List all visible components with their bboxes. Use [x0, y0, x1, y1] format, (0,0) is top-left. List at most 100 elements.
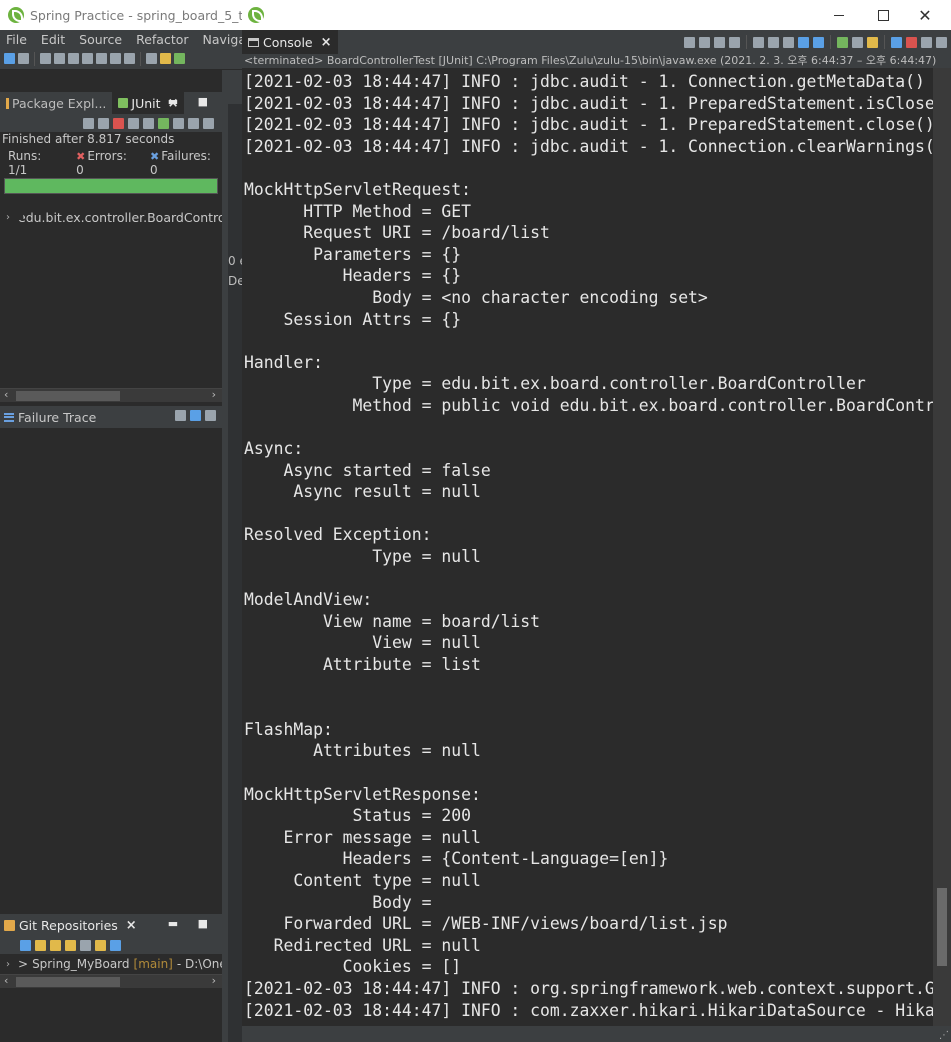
clone-repository-icon[interactable] [50, 939, 61, 951]
minimize-maximize-icon[interactable]: ▬ ■ [168, 917, 216, 930]
next-failure-icon[interactable] [83, 117, 94, 129]
new-console-icon[interactable] [867, 36, 878, 48]
create-repository-icon[interactable] [65, 939, 76, 951]
junit-test-tree: › edu.bit.ex.controller.BoardControllerT… [0, 208, 222, 388]
left-panel: Package Expl... JUnit × ▬ ■ Finished aft… [0, 70, 222, 1042]
scrollbar-thumb[interactable] [16, 391, 120, 401]
disconnect-icon[interactable] [82, 53, 93, 64]
console-line: MockHttpServletRequest: [244, 179, 471, 199]
menu-source[interactable]: Source [73, 32, 130, 47]
previous-failure-icon[interactable] [98, 117, 109, 129]
scrollbar-thumb[interactable] [937, 888, 947, 966]
main-toolbar [0, 48, 242, 70]
close-icon[interactable]: × [321, 35, 332, 50]
tab-console[interactable]: Console × [242, 30, 338, 54]
tab-junit-label: JUnit [131, 95, 161, 111]
run-icon[interactable] [174, 53, 185, 64]
history-icon[interactable] [188, 117, 199, 129]
step-return-icon[interactable] [124, 53, 135, 64]
filter-stack-icon[interactable] [190, 410, 201, 421]
console-line: Parameters = {} [244, 244, 462, 264]
minimize-maximize-icon[interactable]: ▬ ■ [168, 95, 216, 108]
resize-grip-icon[interactable]: ⋰ [939, 1030, 949, 1041]
stop-icon[interactable] [173, 117, 184, 129]
step-over-icon[interactable] [110, 53, 121, 64]
maximize-button[interactable] [861, 4, 905, 26]
remove-launch-icon[interactable] [714, 36, 725, 48]
add-repository-icon[interactable] [35, 939, 46, 951]
scrollbar-thumb[interactable] [16, 977, 120, 987]
console-tabbar: Console × [242, 30, 951, 54]
chevron-right-icon[interactable]: › [6, 959, 10, 970]
junit-progress-fill [5, 179, 217, 193]
console-window-titlebar[interactable]: ✕ [242, 0, 951, 30]
scroll-lock-icon[interactable] [128, 117, 139, 129]
step-into-icon[interactable] [96, 53, 107, 64]
view-menu-icon[interactable] [203, 117, 214, 129]
menu-edit[interactable]: Edit [35, 32, 73, 47]
toolbar-icon-tasks[interactable] [160, 53, 171, 64]
maximize-view-icon[interactable] [936, 36, 947, 48]
console-line: Async: [244, 439, 304, 459]
close-icon[interactable]: × [126, 918, 137, 933]
copy-trace-icon[interactable] [205, 410, 216, 421]
repository-marker: > [18, 957, 29, 971]
view-menu-icon[interactable] [891, 36, 902, 48]
git-repository-item[interactable]: › > Spring_MyBoard [main] - D:\OneDrive [0, 954, 222, 974]
junit-toolbar [0, 114, 222, 132]
clear-console-icon[interactable] [753, 36, 764, 48]
tree-item[interactable]: › edu.bit.ex.controller.BoardControllerT… [6, 208, 222, 226]
compare-result-icon[interactable] [175, 410, 186, 421]
console-line: Content type = null [244, 870, 481, 890]
refresh-icon[interactable] [95, 939, 106, 951]
open-console-icon[interactable] [852, 36, 863, 48]
terminate-icon[interactable] [699, 36, 710, 48]
show-stdout-icon[interactable] [798, 36, 809, 48]
errors-counter: ✖ Errors: 0 [76, 149, 138, 177]
link-with-editor-icon[interactable] [80, 939, 91, 951]
background-window-titlebar[interactable]: Spring Practice - spring_board_5_test/sr… [0, 0, 242, 30]
menu-file[interactable]: File [0, 32, 35, 47]
word-wrap-icon[interactable] [783, 36, 794, 48]
scroll-left-icon[interactable]: ‹ [4, 388, 8, 401]
git-repositories-label: Git Repositories [19, 917, 118, 933]
toolbar-icon-save[interactable] [18, 53, 29, 64]
rerun-icon[interactable] [143, 117, 154, 129]
display-selected-console-icon[interactable] [837, 36, 848, 48]
remove-all-launches-icon[interactable] [729, 36, 740, 48]
scroll-left-icon[interactable]: ‹ [4, 974, 8, 987]
pin-console-icon[interactable] [684, 36, 695, 48]
junit-horizontal-scrollbar[interactable]: ‹ › [0, 388, 222, 402]
console-bottom-bar: ⋰ [242, 1026, 951, 1042]
git-horizontal-scrollbar[interactable]: ‹ › [0, 974, 222, 988]
debug-icon[interactable] [906, 36, 917, 48]
show-stderr-icon[interactable] [813, 36, 824, 48]
failures-label: Failures: [161, 149, 211, 163]
scroll-right-icon[interactable]: › [212, 974, 216, 987]
runs-label: Runs: [8, 149, 42, 163]
scroll-right-icon[interactable]: › [212, 388, 216, 401]
minimize-view-icon[interactable] [921, 36, 932, 48]
tab-package-explorer[interactable]: Package Expl... [0, 92, 112, 114]
console-line: View = null [244, 633, 481, 653]
show-failures-only-icon[interactable] [113, 117, 124, 129]
menu-navigate[interactable]: Navigate [197, 32, 242, 47]
toolbar-icon-list[interactable] [146, 53, 157, 64]
junit-finished-text: Finished after 8.817 seconds [0, 132, 222, 148]
console-line: HTTP Method = GET [244, 201, 471, 221]
chevron-right-icon[interactable]: › [6, 212, 10, 223]
suspend-icon[interactable] [54, 53, 65, 64]
console-vertical-scrollbar[interactable] [933, 68, 951, 1026]
toolbar-icon-new[interactable] [4, 53, 15, 64]
view-menu-icon[interactable] [110, 939, 121, 951]
scroll-lock-icon[interactable] [768, 36, 779, 48]
minimize-button[interactable] [817, 4, 861, 26]
resume-icon[interactable] [40, 53, 51, 64]
console-output[interactable]: [2021-02-03 18:44:47] INFO : jdbc.audit … [242, 68, 933, 1026]
collapse-all-icon[interactable] [20, 939, 31, 951]
terminate-icon[interactable] [68, 53, 79, 64]
close-window-button[interactable]: ✕ [903, 4, 947, 26]
background-window-title: Spring Practice - spring_board_5_test/sr… [30, 7, 242, 23]
menu-refactor[interactable]: Refactor [130, 32, 196, 47]
rerun-failed-icon[interactable] [158, 117, 169, 129]
